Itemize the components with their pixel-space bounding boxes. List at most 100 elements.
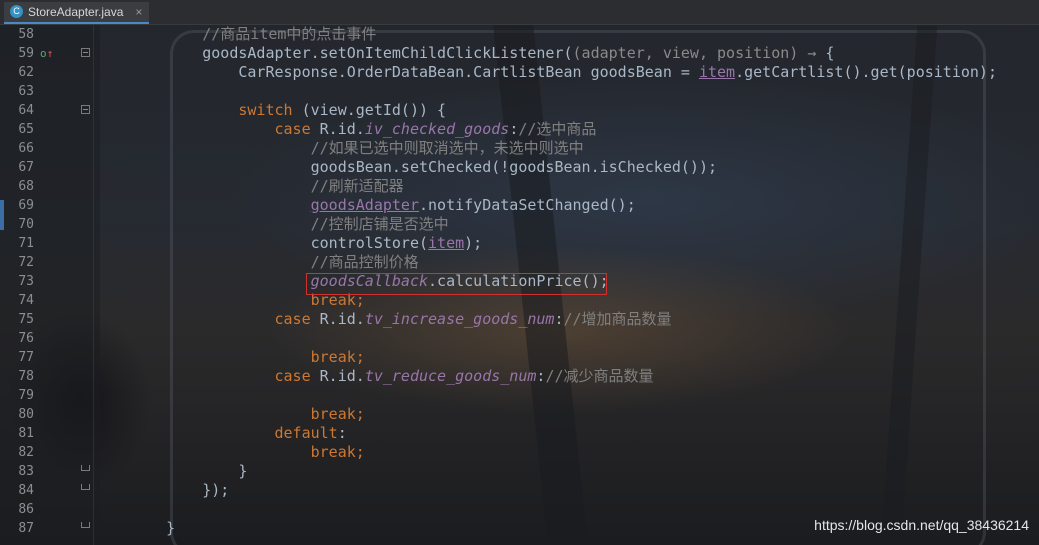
line-number[interactable]: 76 [0, 329, 34, 348]
line-number[interactable]: 84 [0, 481, 34, 500]
code-token: item [698, 63, 736, 81]
code-line[interactable]: 83 } [0, 462, 1039, 481]
code-line[interactable]: 79 [0, 386, 1039, 405]
close-icon[interactable]: × [135, 2, 142, 22]
fold-toggle-icon[interactable] [81, 48, 90, 57]
code-text[interactable]: case R.id.tv_reduce_goods_num://减少商品数量 [130, 367, 653, 386]
code-token: } [130, 519, 176, 537]
fold-toggle-icon[interactable] [81, 105, 90, 114]
code-text[interactable]: //商品控制价格 [130, 253, 419, 272]
code-text[interactable]: case R.id.iv_checked_goods://选中商品 [130, 120, 596, 139]
code-line[interactable]: 82 break; [0, 443, 1039, 462]
code-token: //商品item中的点击事件 [130, 25, 377, 43]
code-text[interactable]: CarResponse.OrderDataBean.CartlistBean g… [130, 63, 997, 82]
line-number[interactable]: 59 [0, 44, 34, 63]
line-number[interactable]: 75 [0, 310, 34, 329]
code-line[interactable]: 67 goodsBean.setChecked(!goodsBean.isChe… [0, 158, 1039, 177]
code-text[interactable]: goodsAdapter.notifyDataSetChanged(); [130, 196, 636, 215]
code-text[interactable]: case R.id.tv_increase_goods_num://增加商品数量 [130, 310, 672, 329]
code-text[interactable]: break; [130, 443, 365, 462]
code-text[interactable]: controlStore(item); [130, 234, 483, 253]
ide-window: C StoreAdapter.java × 58 //商品item中的点击事件 5… [0, 0, 1039, 545]
line-number[interactable]: 62 [0, 63, 34, 82]
code-token: switch [130, 101, 302, 119]
code-token: } [130, 462, 248, 480]
line-number[interactable]: 65 [0, 120, 34, 139]
line-number[interactable]: 87 [0, 519, 34, 538]
line-number[interactable]: 68 [0, 177, 34, 196]
code-text[interactable]: //商品item中的点击事件 [130, 25, 376, 44]
highlight-box [306, 273, 607, 295]
code-line[interactable]: 77 break; [0, 348, 1039, 367]
code-text[interactable]: break; [130, 348, 365, 367]
line-number[interactable]: 67 [0, 158, 34, 177]
code-line[interactable]: 78 case R.id.tv_reduce_goods_num://减少商品数… [0, 367, 1039, 386]
code-text[interactable]: }); [130, 481, 229, 500]
code-line[interactable]: 62 CarResponse.OrderDataBean.CartlistBea… [0, 63, 1039, 82]
code-line[interactable]: 68 //刷新适配器 [0, 177, 1039, 196]
line-number[interactable]: 79 [0, 386, 34, 405]
code-token: goodsBean.setChecked(!goodsBean.isChecke… [130, 158, 717, 176]
code-text[interactable]: //控制店铺是否选中 [130, 215, 449, 234]
line-number[interactable]: 81 [0, 424, 34, 443]
code-line[interactable]: 66 //如果已选中则取消选中，未选中则选中 [0, 139, 1039, 158]
code-line[interactable]: 71 controlStore(item); [0, 234, 1039, 253]
code-line[interactable]: 80 break; [0, 405, 1039, 424]
line-number[interactable]: 86 [0, 500, 34, 519]
code-token: //如果已选中则取消选中，未选中则选中 [130, 139, 584, 157]
override-marker-icon[interactable]: o↑ [40, 47, 53, 60]
code-token: break; [130, 443, 365, 461]
code-line[interactable]: 70 //控制店铺是否选中 [0, 215, 1039, 234]
fold-end-icon[interactable] [81, 484, 90, 495]
line-number[interactable]: 74 [0, 291, 34, 310]
code-line[interactable]: 63 [0, 82, 1039, 101]
code-token: : [554, 310, 564, 328]
code-line[interactable]: 72 //商品控制价格 [0, 253, 1039, 272]
code-line[interactable]: 75 case R.id.tv_increase_goods_num://增加商… [0, 310, 1039, 329]
tab-store-adapter[interactable]: C StoreAdapter.java × [4, 2, 150, 24]
line-number[interactable]: 71 [0, 234, 34, 253]
line-number[interactable]: 69 [0, 196, 34, 215]
code-token: tv_increase_goods_num [364, 310, 555, 328]
code-line[interactable]: 64 switch (view.getId()) { [0, 101, 1039, 120]
line-number[interactable]: 73 [0, 272, 34, 291]
fold-end-icon[interactable] [81, 522, 90, 533]
watermark: https://blog.csdn.net/qq_38436214 [814, 517, 1029, 533]
code-token: }); [130, 481, 230, 499]
code-text[interactable]: goodsBean.setChecked(!goodsBean.isChecke… [130, 158, 717, 177]
code-text[interactable]: switch (view.getId()) { [130, 101, 446, 120]
line-number[interactable]: 77 [0, 348, 34, 367]
fold-end-icon[interactable] [81, 465, 90, 476]
code-text[interactable]: goodsAdapter.setOnItemChildClickListener… [130, 44, 834, 63]
code-text[interactable]: //刷新适配器 [130, 177, 404, 196]
line-number[interactable]: 78 [0, 367, 34, 386]
code-line[interactable]: 58 //商品item中的点击事件 [0, 25, 1039, 44]
code-text[interactable]: //如果已选中则取消选中，未选中则选中 [130, 139, 584, 158]
code-text[interactable]: } [130, 462, 247, 481]
code-token: //增加商品数量 [563, 310, 672, 328]
line-number[interactable]: 72 [0, 253, 34, 272]
code-line[interactable]: 69 goodsAdapter.notifyDataSetChanged(); [0, 196, 1039, 215]
code-line[interactable]: 59 o↑ goodsAdapter.setOnItemChildClickLis… [0, 44, 1039, 63]
line-number[interactable]: 63 [0, 82, 34, 101]
code-token: item [428, 234, 465, 252]
code-token: //控制店铺是否选中 [130, 215, 449, 233]
line-number[interactable]: 80 [0, 405, 34, 424]
code-text[interactable]: default: [130, 424, 346, 443]
line-number[interactable]: 82 [0, 443, 34, 462]
line-number[interactable]: 66 [0, 139, 34, 158]
code-line[interactable]: 84 }); [0, 481, 1039, 500]
line-number[interactable]: 64 [0, 101, 34, 120]
code-token: goodsAdapter [310, 196, 419, 214]
line-number[interactable]: 70 [0, 215, 34, 234]
editor-tab-bar: C StoreAdapter.java × [0, 0, 1039, 25]
code-text[interactable]: } [130, 519, 175, 538]
code-token: //选中商品 [518, 120, 597, 138]
code-line[interactable]: 65 case R.id.iv_checked_goods://选中商品 [0, 120, 1039, 139]
code-line[interactable]: 81 default: [0, 424, 1039, 443]
code-line[interactable]: 76 [0, 329, 1039, 348]
line-number[interactable]: 58 [0, 25, 34, 44]
code-text[interactable]: break; [130, 405, 365, 424]
line-number[interactable]: 83 [0, 462, 34, 481]
